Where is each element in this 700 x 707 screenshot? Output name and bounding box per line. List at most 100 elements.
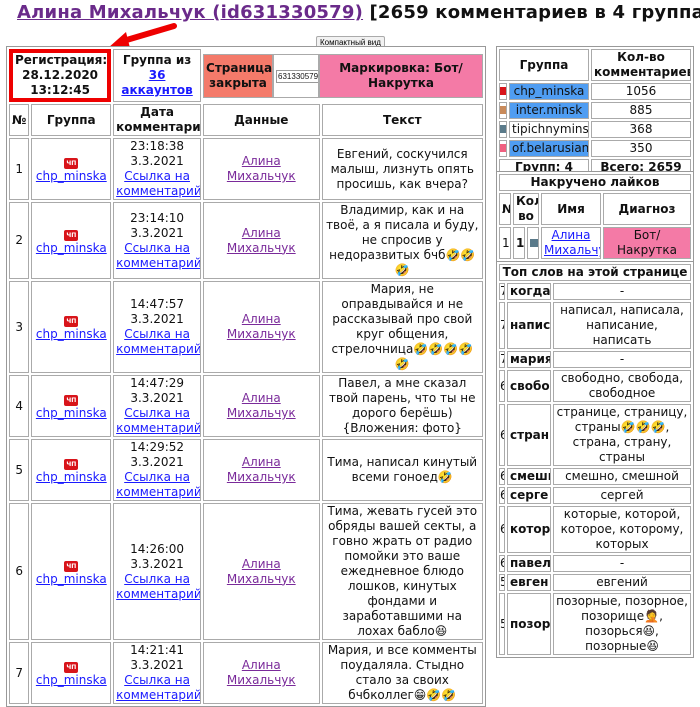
group-accounts-cell: Группа из 36аккаунтов xyxy=(113,49,201,102)
group-name[interactable]: of.belarusian xyxy=(509,140,589,157)
word-count: 7 xyxy=(499,302,505,349)
word-forms: евгений xyxy=(553,574,691,591)
group-logo-icon: ЧП xyxy=(64,395,78,406)
group-count: 368 xyxy=(591,121,691,138)
table-header: № Группа Дата комментария Данные Текст xyxy=(9,104,483,136)
word-stem: позор xyxy=(507,593,551,655)
group-count-link[interactable]: 36 xyxy=(149,68,166,82)
group-name[interactable]: chp_minska xyxy=(509,83,589,100)
row-number: 1 xyxy=(9,138,29,200)
word-row: 7мария- xyxy=(499,351,691,368)
col-date: Дата комментария xyxy=(113,104,201,136)
row-number: 3 xyxy=(9,281,29,373)
word-stem: смешн xyxy=(507,468,551,485)
word-stem: свобо xyxy=(507,370,551,402)
groups-col-group: Группа xyxy=(499,49,589,81)
comment-text: Павел, а мне сказал твой парень, что ты … xyxy=(322,375,483,437)
word-stem: напис xyxy=(507,302,551,349)
group-cell: ЧПchp_minska xyxy=(31,439,111,501)
word-stem: котор xyxy=(507,506,551,553)
diagnosis-badge: Бот/ Накрутка xyxy=(603,227,691,259)
table-row: 7 ЧПchp_minska 14:21:413.3.2021Ссылка на… xyxy=(9,642,483,704)
comment-link[interactable]: Ссылка на комментарий xyxy=(116,327,201,356)
group-row: chp_minska1056 xyxy=(499,83,691,100)
group-link[interactable]: chp_minska xyxy=(36,673,107,687)
id-field[interactable]: 631330579 xyxy=(276,70,319,83)
comment-text: Тима, написал кинутый всеми гоноед🤣 xyxy=(322,439,483,501)
group-icon xyxy=(500,144,507,152)
likes-col-name: Имя xyxy=(541,193,601,225)
col-group: Группа xyxy=(31,104,111,136)
author-link[interactable]: Алина Михальчук xyxy=(227,154,296,183)
row-number: 4 xyxy=(9,375,29,437)
word-stem: когда xyxy=(507,283,551,300)
comments-table: Регистрация:28.12.202013:12:45 Группа из… xyxy=(6,46,486,707)
author-link[interactable]: Алина Михальчук xyxy=(227,658,296,687)
comment-text: Мария, не оправдывайся и не рассказывай … xyxy=(322,281,483,373)
word-row: 6сергесергей xyxy=(499,487,691,504)
group-name[interactable]: tipichnyminsk xyxy=(509,121,589,138)
date-cell: 14:21:413.3.2021Ссылка на комментарий xyxy=(113,642,201,704)
author-link[interactable]: Алина Михальчук xyxy=(227,312,296,341)
group-link[interactable]: chp_minska xyxy=(36,169,107,183)
comment-link[interactable]: Ссылка на комментарий xyxy=(116,470,201,499)
author-cell: Алина Михальчук xyxy=(203,642,320,704)
group-logo-icon: ЧП xyxy=(64,459,78,470)
comment-link[interactable]: Ссылка на комментарий xyxy=(116,169,201,198)
word-row: 6павел- xyxy=(499,555,691,572)
group-logo-icon: ЧП xyxy=(64,316,78,327)
group-row: tipichnyminsk368 xyxy=(499,121,691,138)
comment-link[interactable]: Ссылка на комментарий xyxy=(116,241,201,270)
top-words-table: Топ слов на этой странице 7когда-7написн… xyxy=(496,261,694,658)
group-link[interactable]: chp_minska xyxy=(36,406,107,420)
word-stem: стран xyxy=(507,404,551,466)
author-cell: Алина Михальчук xyxy=(203,202,320,279)
likes-table: Накручено лайков №Кол-воИмяДиагноз 11Али… xyxy=(496,171,694,262)
author-link[interactable]: Алина Михальчук xyxy=(227,557,296,586)
group-name[interactable]: inter.minsk xyxy=(509,102,589,119)
group-link[interactable]: chp_minska xyxy=(36,327,107,341)
col-text: Текст xyxy=(322,104,483,136)
group-link[interactable]: chp_minska xyxy=(36,572,107,586)
comment-summary: [2659 комментариев в 4 группах] xyxy=(370,2,700,23)
author-link[interactable]: Алина Михальчук xyxy=(227,455,296,484)
profile-link[interactable]: Алина Михальчук (id631330579) xyxy=(17,2,363,23)
author-cell: Алина Михальчук xyxy=(203,503,320,640)
marking-badge: Маркировка: Бот/ Накрутка xyxy=(319,54,483,98)
group-row: of.belarusian350 xyxy=(499,140,691,157)
comment-link[interactable]: Ссылка на комментарий xyxy=(116,572,201,601)
word-stem: евген xyxy=(507,574,551,591)
group-link[interactable]: chp_minska xyxy=(36,241,107,255)
word-count: 6 xyxy=(499,555,505,572)
word-count: 7 xyxy=(499,283,505,300)
table-row: 6 ЧПchp_minska 14:26:003.3.2021Ссылка на… xyxy=(9,503,483,640)
group-accounts-link[interactable]: аккаунтов xyxy=(121,83,192,97)
group-logo-icon: ЧП xyxy=(64,230,78,241)
row-number: 6 xyxy=(9,503,29,640)
top-words-title: Топ слов на этой странице xyxy=(499,264,691,281)
avatar xyxy=(530,239,538,247)
row-number: 2 xyxy=(9,202,29,279)
date-cell: 23:18:383.3.2021Ссылка на комментарий xyxy=(113,138,201,200)
likes-col-diagnosis: Диагноз xyxy=(603,193,691,225)
word-count: 6 xyxy=(499,487,505,504)
word-row: 6которкоторые, которой, которое, котором… xyxy=(499,506,691,553)
word-row: 7написнаписал, написала, написание, напи… xyxy=(499,302,691,349)
date-cell: 14:29:523.3.2021Ссылка на комментарий xyxy=(113,439,201,501)
word-forms: - xyxy=(553,555,691,572)
comment-link[interactable]: Ссылка на комментарий xyxy=(116,673,201,702)
group-icon xyxy=(500,125,507,133)
likes-col-count: Кол-во xyxy=(513,193,539,225)
group-logo-icon: ЧП xyxy=(64,158,78,169)
group-cell: ЧПchp_minska xyxy=(31,202,111,279)
likes-name-link[interactable]: Алина Михальчук xyxy=(544,228,601,257)
row-number: 7 xyxy=(9,642,29,704)
author-link[interactable]: Алина Михальчук xyxy=(227,226,296,255)
word-count: 6 xyxy=(499,404,505,466)
word-stem: серге xyxy=(507,487,551,504)
author-link[interactable]: Алина Михальчук xyxy=(227,391,296,420)
group-link[interactable]: chp_minska xyxy=(36,470,107,484)
word-row: 7когда- xyxy=(499,283,691,300)
comment-link[interactable]: Ссылка на комментарий xyxy=(116,406,201,435)
date-cell: 14:47:293.3.2021Ссылка на комментарий xyxy=(113,375,201,437)
